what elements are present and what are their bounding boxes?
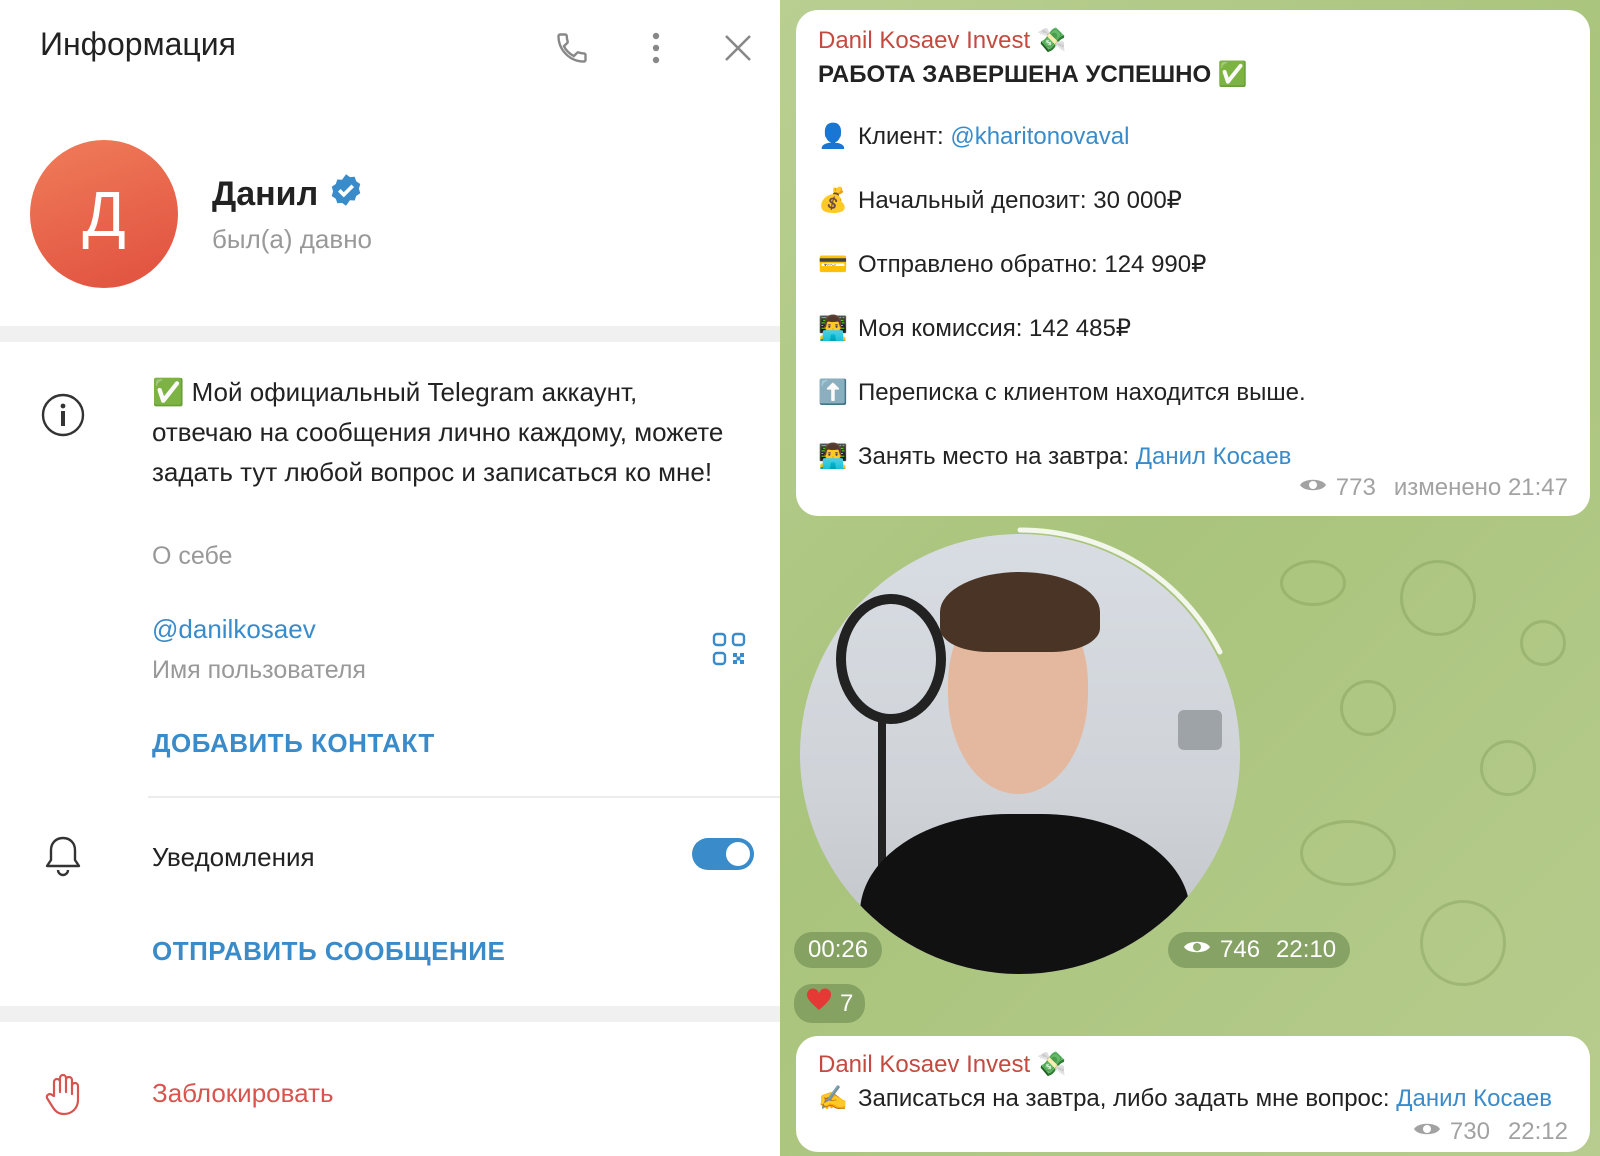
up-arrow-icon: ⬆️: [818, 379, 848, 406]
message-line-commission: 👨‍💻 Моя комиссия: 142 485₽: [818, 314, 1131, 343]
add-contact-button[interactable]: ДОБАВИТЬ КОНТАКТ: [152, 728, 435, 759]
avatar-letter: Д: [82, 178, 126, 250]
qr-code-icon[interactable]: [712, 632, 746, 671]
message-line-text: Моя комиссия: 142 485₽: [858, 315, 1132, 342]
wallpaper-doodle: [1480, 740, 1536, 796]
reaction-badge[interactable]: 7: [794, 984, 866, 1023]
technologist-icon: 👨‍💻: [818, 443, 848, 470]
message-author[interactable]: Danil Kosaev Invest 💸: [818, 26, 1067, 55]
credit-card-icon: 💳: [818, 251, 848, 278]
more-vertical-icon[interactable]: [636, 28, 676, 68]
section-separator: [0, 326, 780, 342]
money-bag-icon: 💰: [818, 187, 848, 214]
heart-icon: [806, 988, 832, 1019]
technologist-icon: 👨‍💻: [818, 315, 848, 342]
info-icon: [40, 392, 86, 443]
message-line-text: Отправлено обратно: 124 990₽: [858, 251, 1207, 278]
message-meta: 730 22:12: [1412, 1118, 1568, 1146]
notifications-label: Уведомления: [152, 842, 315, 872]
verified-badge-icon: [328, 172, 364, 217]
message-line-deposit: 💰 Начальный депозит: 30 000₽: [818, 186, 1182, 215]
reaction-count: 7: [840, 989, 854, 1017]
wallpaper-doodle: [1280, 560, 1346, 606]
section-separator: [0, 1006, 780, 1022]
message-line-client: 👤 Клиент: @kharitonovaval: [818, 122, 1129, 151]
message-title: РАБОТА ЗАВЕРШЕНА УСПЕШНО ✅: [818, 61, 1248, 88]
eye-icon: [1182, 936, 1212, 964]
close-icon[interactable]: [718, 28, 758, 68]
message-time: изменено 21:47: [1393, 474, 1568, 501]
phone-icon[interactable]: [552, 28, 592, 68]
divider: [148, 796, 780, 798]
ring-light: [836, 594, 946, 724]
message-line-text: Записаться на завтра, либо задать мне во…: [858, 1084, 1397, 1112]
last-seen-status: был(а) давно: [212, 224, 373, 254]
message-line-text: Занять место на завтра:: [858, 442, 1136, 470]
message-line-correspondence: ⬆️ Переписка с клиентом находится выше.: [818, 378, 1306, 407]
message-meta: 773 изменено 21:47: [1298, 474, 1568, 502]
toggle-knob: [724, 840, 752, 868]
video-duration: 00:26: [794, 932, 883, 968]
bell-icon: [42, 834, 84, 885]
send-message-button[interactable]: ОТПРАВИТЬ СООБЩЕНИЕ: [152, 936, 505, 967]
message-time: 22:12: [1507, 1118, 1568, 1145]
notifications-toggle[interactable]: [692, 838, 754, 870]
wallpaper-doodle: [1300, 820, 1396, 886]
person-hair: [940, 572, 1100, 652]
bio-caption: О себе: [152, 542, 233, 570]
message-line-booking: 👨‍💻 Занять место на завтра: Данил Косаев: [818, 442, 1291, 471]
writing-hand-icon: ✍️: [818, 1085, 848, 1112]
username-caption: Имя пользователя: [152, 656, 366, 684]
eye-icon: [1298, 474, 1328, 502]
view-count: 746: [1220, 936, 1261, 963]
message-line-text: Клиент:: [858, 122, 951, 150]
profile-info-panel: Информация Д Данил был(а) давно ✅ Мой оф…: [0, 0, 780, 1156]
username-link[interactable]: @danilkosaev: [152, 614, 316, 645]
chat-panel: Danil Kosaev Invest 💸 РАБОТА ЗАВЕРШЕНА У…: [780, 0, 1600, 1156]
wallpaper-doodle: [1520, 620, 1566, 666]
block-button[interactable]: Заблокировать: [152, 1078, 334, 1109]
video-message[interactable]: [800, 534, 1240, 974]
view-count: 773: [1335, 474, 1376, 501]
avatar[interactable]: Д: [30, 140, 178, 288]
profile-name-text: Данил: [212, 175, 319, 213]
eye-icon: [1412, 1118, 1442, 1146]
wallpaper-doodle: [1400, 560, 1476, 636]
client-username-link[interactable]: @kharitonovaval: [950, 123, 1129, 150]
author-mention-link[interactable]: Данил Косаев: [1136, 443, 1292, 470]
channel-message[interactable]: Danil Kosaev Invest 💸 РАБОТА ЗАВЕРШЕНА У…: [796, 10, 1590, 516]
person-icon: 👤: [818, 123, 848, 150]
wallpaper-doodle: [1420, 900, 1506, 986]
wallpaper-doodle: [1340, 680, 1396, 736]
video-meta: 746 22:10: [1168, 932, 1351, 968]
bio-text: ✅ Мой официальный Telegram аккаунт, отве…: [152, 377, 724, 487]
message-author[interactable]: Danil Kosaev Invest 💸: [818, 1050, 1067, 1079]
wall-socket: [1178, 710, 1222, 750]
channel-message[interactable]: Danil Kosaev Invest 💸 ✍️ Записаться на з…: [796, 1036, 1590, 1152]
message-line-text: Переписка с клиентом находится выше.: [858, 378, 1306, 406]
video-time: 22:10: [1276, 936, 1337, 963]
profile-name: Данил: [212, 172, 364, 217]
panel-title: Информация: [40, 26, 236, 62]
hand-stop-icon: [44, 1072, 84, 1121]
person-shirt: [860, 814, 1190, 974]
message-line-booking: ✍️ Записаться на завтра, либо задать мне…: [818, 1084, 1552, 1113]
author-mention-link[interactable]: Данил Косаев: [1396, 1085, 1552, 1112]
message-line-returned: 💳 Отправлено обратно: 124 990₽: [818, 250, 1206, 279]
message-line-text: Начальный депозит: 30 000₽: [858, 187, 1182, 214]
view-count: 730: [1449, 1118, 1490, 1145]
